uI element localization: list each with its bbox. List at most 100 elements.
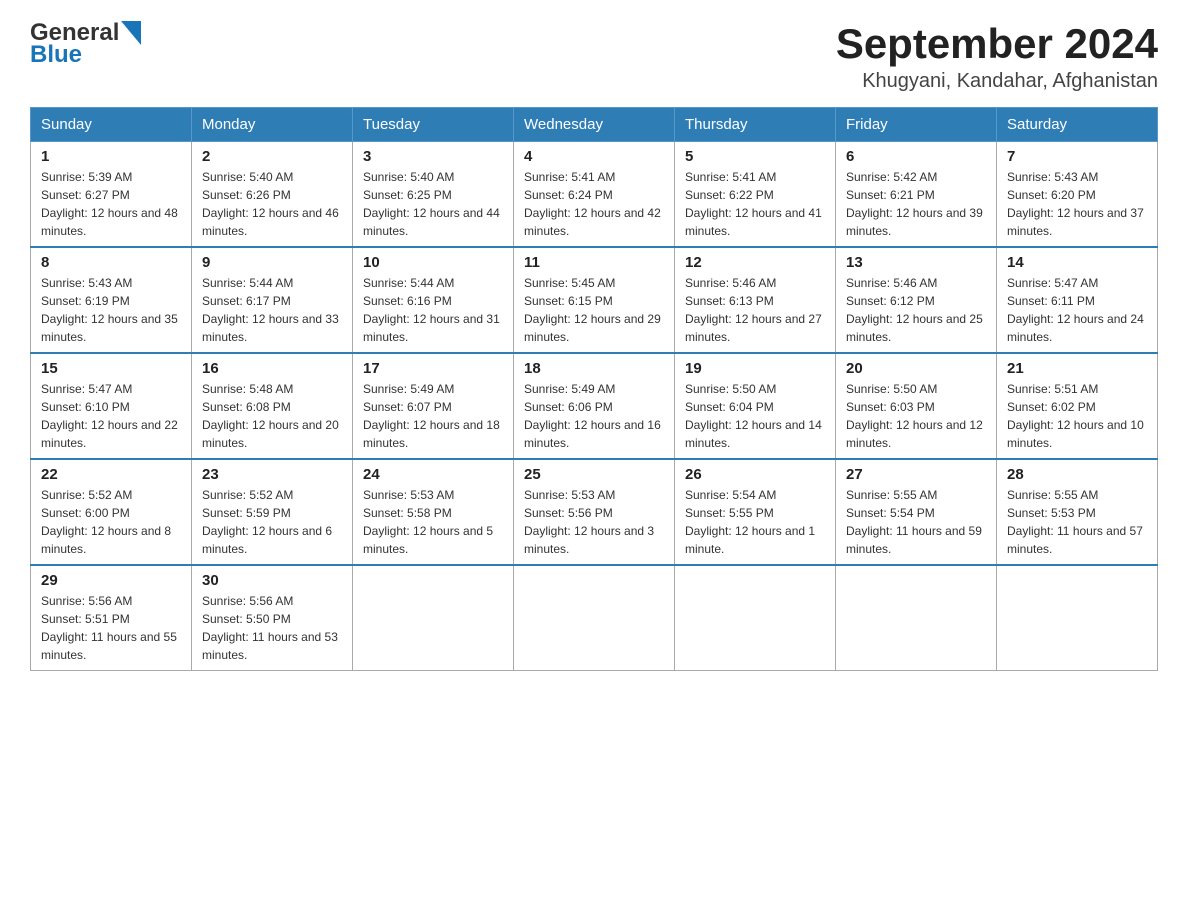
logo-blue-label: Blue: [30, 42, 82, 68]
day-info: Sunrise: 5:45 AMSunset: 6:15 PMDaylight:…: [524, 274, 664, 346]
day-number: 28: [1007, 466, 1147, 483]
calendar-cell: 28Sunrise: 5:55 AMSunset: 5:53 PMDayligh…: [997, 459, 1158, 565]
day-number: 29: [41, 572, 181, 589]
calendar-week-row: 22 Sunrise: 5:52 AMSunset: 6:00 PMDayligh…: [31, 459, 1158, 565]
calendar-header-row: SundayMondayTuesdayWednesdayThursdayFrid…: [31, 108, 1158, 142]
day-info: Sunrise: 5:49 AMSunset: 6:06 PMDaylight:…: [524, 380, 664, 452]
day-number: 21: [1007, 360, 1147, 377]
day-number: 2: [202, 148, 342, 165]
calendar-cell: [675, 565, 836, 671]
calendar-cell: 18Sunrise: 5:49 AMSunset: 6:06 PMDayligh…: [514, 353, 675, 459]
day-number: 25: [524, 466, 664, 483]
day-info: Sunrise: 5:50 AMSunset: 6:04 PMDaylight:…: [685, 380, 825, 452]
day-info: Sunrise: 5:46 AMSunset: 6:13 PMDaylight:…: [685, 274, 825, 346]
calendar-cell: 20 Sunrise: 5:50 AMSunset: 6:03 PMDayligh…: [836, 353, 997, 459]
column-header-tuesday: Tuesday: [353, 108, 514, 142]
calendar-cell: 16Sunrise: 5:48 AMSunset: 6:08 PMDayligh…: [192, 353, 353, 459]
day-number: 12: [685, 254, 825, 271]
day-number: 14: [1007, 254, 1147, 271]
day-info: Sunrise: 5:40 AMSunset: 6:26 PMDaylight:…: [202, 168, 342, 240]
calendar-cell: 11 Sunrise: 5:45 AMSunset: 6:15 PMDayligh…: [514, 247, 675, 353]
day-info: Sunrise: 5:41 AMSunset: 6:22 PMDaylight:…: [685, 168, 825, 240]
calendar-week-row: 29 Sunrise: 5:56 AMSunset: 5:51 PMDayligh…: [31, 565, 1158, 671]
day-info: Sunrise: 5:47 AMSunset: 6:11 PMDaylight:…: [1007, 274, 1147, 346]
day-info: Sunrise: 5:55 AMSunset: 5:54 PMDaylight:…: [846, 486, 986, 558]
calendar-subtitle: Khugyani, Kandahar, Afghanistan: [150, 70, 1158, 93]
day-info: Sunrise: 5:50 AMSunset: 6:03 PMDaylight:…: [846, 380, 986, 452]
day-number: 11: [524, 254, 664, 271]
day-number: 15: [41, 360, 181, 377]
day-number: 6: [846, 148, 986, 165]
day-info: Sunrise: 5:49 AMSunset: 6:07 PMDaylight:…: [363, 380, 503, 452]
column-header-wednesday: Wednesday: [514, 108, 675, 142]
day-info: Sunrise: 5:54 AMSunset: 5:55 PMDaylight:…: [685, 486, 825, 558]
page-header: General General Blue September 2024 Khug…: [30, 20, 1158, 93]
day-info: Sunrise: 5:44 AMSunset: 6:16 PMDaylight:…: [363, 274, 503, 346]
calendar-cell: 15Sunrise: 5:47 AMSunset: 6:10 PMDayligh…: [31, 353, 192, 459]
calendar-table: SundayMondayTuesdayWednesdayThursdayFrid…: [30, 107, 1158, 671]
calendar-title: September 2024: [150, 20, 1158, 68]
day-info: Sunrise: 5:51 AMSunset: 6:02 PMDaylight:…: [1007, 380, 1147, 452]
calendar-week-row: 8 Sunrise: 5:43 AMSunset: 6:19 PMDaylight…: [31, 247, 1158, 353]
column-header-saturday: Saturday: [997, 108, 1158, 142]
day-number: 22: [41, 466, 181, 483]
calendar-cell: 30 Sunrise: 5:56 AMSunset: 5:50 PMDayligh…: [192, 565, 353, 671]
day-info: Sunrise: 5:52 AMSunset: 5:59 PMDaylight:…: [202, 486, 342, 558]
day-number: 26: [685, 466, 825, 483]
day-number: 10: [363, 254, 503, 271]
calendar-cell: 14 Sunrise: 5:47 AMSunset: 6:11 PMDayligh…: [997, 247, 1158, 353]
day-number: 4: [524, 148, 664, 165]
day-number: 17: [363, 360, 503, 377]
calendar-cell: [997, 565, 1158, 671]
calendar-cell: 13 Sunrise: 5:46 AMSunset: 6:12 PMDayligh…: [836, 247, 997, 353]
day-info: Sunrise: 5:46 AMSunset: 6:12 PMDaylight:…: [846, 274, 986, 346]
column-header-sunday: Sunday: [31, 108, 192, 142]
day-number: 24: [363, 466, 503, 483]
day-info: Sunrise: 5:43 AMSunset: 6:19 PMDaylight:…: [41, 274, 181, 346]
calendar-cell: 27 Sunrise: 5:55 AMSunset: 5:54 PMDayligh…: [836, 459, 997, 565]
calendar-cell: 1Sunrise: 5:39 AMSunset: 6:27 PMDaylight…: [31, 142, 192, 248]
day-info: Sunrise: 5:41 AMSunset: 6:24 PMDaylight:…: [524, 168, 664, 240]
calendar-cell: 6Sunrise: 5:42 AMSunset: 6:21 PMDaylight…: [836, 142, 997, 248]
calendar-cell: 21 Sunrise: 5:51 AMSunset: 6:02 PMDayligh…: [997, 353, 1158, 459]
calendar-week-row: 15Sunrise: 5:47 AMSunset: 6:10 PMDayligh…: [31, 353, 1158, 459]
day-number: 9: [202, 254, 342, 271]
day-number: 20: [846, 360, 986, 377]
logo-triangle-icon: [121, 21, 141, 45]
calendar-cell: 4 Sunrise: 5:41 AMSunset: 6:24 PMDaylight…: [514, 142, 675, 248]
day-number: 27: [846, 466, 986, 483]
day-info: Sunrise: 5:44 AMSunset: 6:17 PMDaylight:…: [202, 274, 342, 346]
calendar-cell: 19Sunrise: 5:50 AMSunset: 6:04 PMDayligh…: [675, 353, 836, 459]
column-header-monday: Monday: [192, 108, 353, 142]
day-number: 1: [41, 148, 181, 165]
calendar-cell: [353, 565, 514, 671]
column-header-friday: Friday: [836, 108, 997, 142]
calendar-cell: 22 Sunrise: 5:52 AMSunset: 6:00 PMDayligh…: [31, 459, 192, 565]
calendar-cell: 25 Sunrise: 5:53 AMSunset: 5:56 PMDayligh…: [514, 459, 675, 565]
calendar-cell: 3 Sunrise: 5:40 AMSunset: 6:25 PMDaylight…: [353, 142, 514, 248]
day-number: 30: [202, 572, 342, 589]
calendar-cell: 12 Sunrise: 5:46 AMSunset: 6:13 PMDayligh…: [675, 247, 836, 353]
calendar-cell: 2 Sunrise: 5:40 AMSunset: 6:26 PMDaylight…: [192, 142, 353, 248]
day-info: Sunrise: 5:56 AMSunset: 5:51 PMDaylight:…: [41, 592, 181, 664]
calendar-cell: 8 Sunrise: 5:43 AMSunset: 6:19 PMDaylight…: [31, 247, 192, 353]
calendar-cell: 10 Sunrise: 5:44 AMSunset: 6:16 PMDayligh…: [353, 247, 514, 353]
day-number: 8: [41, 254, 181, 271]
calendar-cell: 24 Sunrise: 5:53 AMSunset: 5:58 PMDayligh…: [353, 459, 514, 565]
day-number: 13: [846, 254, 986, 271]
title-area: September 2024 Khugyani, Kandahar, Afgha…: [150, 20, 1158, 93]
calendar-cell: 9 Sunrise: 5:44 AMSunset: 6:17 PMDaylight…: [192, 247, 353, 353]
day-number: 5: [685, 148, 825, 165]
calendar-cell: 17 Sunrise: 5:49 AMSunset: 6:07 PMDayligh…: [353, 353, 514, 459]
calendar-cell: 5 Sunrise: 5:41 AMSunset: 6:22 PMDaylight…: [675, 142, 836, 248]
day-info: Sunrise: 5:53 AMSunset: 5:58 PMDaylight:…: [363, 486, 503, 558]
day-number: 3: [363, 148, 503, 165]
day-info: Sunrise: 5:40 AMSunset: 6:25 PMDaylight:…: [363, 168, 503, 240]
day-number: 23: [202, 466, 342, 483]
day-info: Sunrise: 5:53 AMSunset: 5:56 PMDaylight:…: [524, 486, 664, 558]
day-info: Sunrise: 5:43 AMSunset: 6:20 PMDaylight:…: [1007, 168, 1147, 240]
column-header-thursday: Thursday: [675, 108, 836, 142]
day-info: Sunrise: 5:56 AMSunset: 5:50 PMDaylight:…: [202, 592, 342, 664]
calendar-cell: [514, 565, 675, 671]
day-info: Sunrise: 5:52 AMSunset: 6:00 PMDaylight:…: [41, 486, 181, 558]
